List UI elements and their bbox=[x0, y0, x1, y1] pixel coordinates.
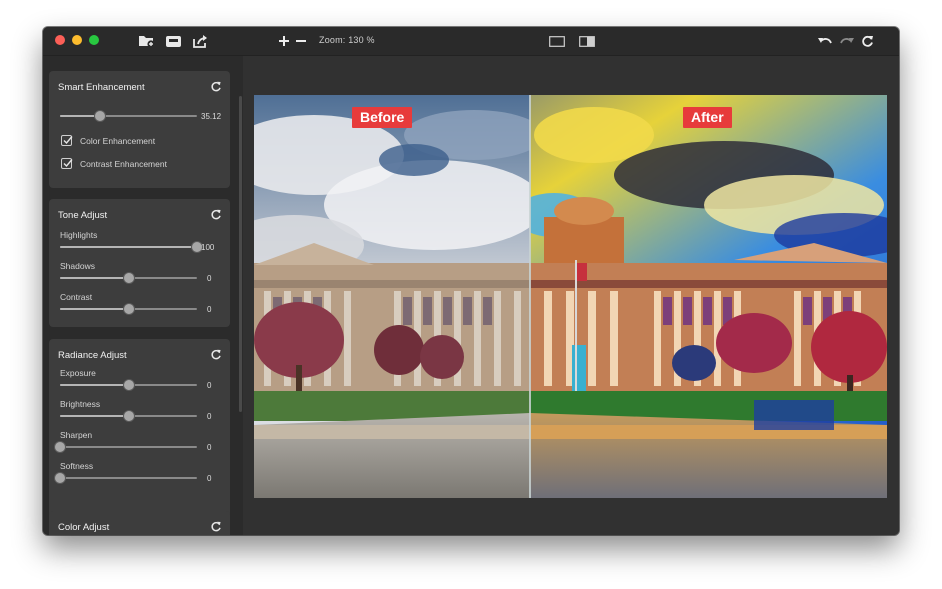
zoom-level-label: Zoom: 130 % bbox=[319, 35, 375, 45]
slider-fill bbox=[60, 277, 129, 279]
split-view-icon[interactable] bbox=[576, 31, 598, 51]
shadows-label: Shadows bbox=[60, 261, 95, 271]
before-after-preview[interactable]: Before After bbox=[254, 95, 887, 498]
color-enhancement-checkbox[interactable] bbox=[61, 135, 73, 146]
smart-enhancement-title: Smart Enhancement bbox=[58, 82, 145, 93]
checkmark-icon bbox=[63, 136, 73, 145]
highlights-slider[interactable] bbox=[60, 241, 202, 253]
contrast-value: 0 bbox=[207, 305, 212, 314]
contrast-enhancement-checkbox[interactable] bbox=[61, 158, 73, 169]
smart-enhancement-panel: Smart Enhancement 35.12 Color Enhancemen… bbox=[49, 71, 230, 188]
smart-enhancement-slider[interactable] bbox=[60, 110, 197, 122]
radiance-adjust-title: Radiance Adjust bbox=[58, 350, 127, 361]
checkmark-icon bbox=[63, 159, 73, 168]
slider-fill bbox=[60, 415, 129, 417]
sharpen-value: 0 bbox=[207, 443, 212, 452]
adjustments-sidebar: Smart Enhancement 35.12 Color Enhancemen… bbox=[43, 56, 243, 535]
preview-canvas: Before After bbox=[243, 56, 899, 535]
building-photo bbox=[254, 95, 887, 498]
slider-knob[interactable] bbox=[123, 380, 134, 390]
window-close-button[interactable] bbox=[55, 35, 65, 45]
color-enhancement-label[interactable]: Color Enhancement bbox=[80, 136, 155, 146]
softness-value: 0 bbox=[207, 474, 212, 483]
app-window: Zoom: 130 % Smart Enhancement 35.12 Colo… bbox=[43, 27, 899, 535]
refresh-icon[interactable] bbox=[856, 31, 878, 51]
slider-knob[interactable] bbox=[94, 111, 105, 121]
reset-icon[interactable] bbox=[210, 209, 222, 221]
color-adjust-title: Color Adjust bbox=[58, 522, 110, 533]
before-label: Before bbox=[352, 107, 413, 128]
highlights-label: Highlights bbox=[60, 230, 98, 240]
zoom-out-icon[interactable] bbox=[290, 31, 312, 51]
slider-knob[interactable] bbox=[123, 411, 134, 421]
smart-enhancement-value: 35.12 bbox=[201, 112, 222, 121]
brightness-slider[interactable] bbox=[60, 410, 197, 422]
shadows-slider[interactable] bbox=[60, 272, 197, 284]
exposure-value: 0 bbox=[207, 381, 212, 390]
slider-fill bbox=[60, 308, 129, 310]
reset-icon[interactable] bbox=[210, 349, 222, 361]
slider-fill bbox=[60, 115, 100, 117]
window-maximize-button[interactable] bbox=[89, 35, 99, 45]
softness-label: Softness bbox=[60, 461, 94, 471]
share-icon[interactable] bbox=[189, 31, 211, 51]
exposure-slider[interactable] bbox=[60, 379, 197, 391]
compare-divider-handle[interactable] bbox=[529, 95, 531, 498]
color-adjust-panel: Color Adjust bbox=[49, 511, 230, 535]
contrast-label: Contrast bbox=[60, 292, 93, 302]
slider-track bbox=[60, 477, 197, 479]
reset-icon[interactable] bbox=[210, 521, 222, 533]
sharpen-slider[interactable] bbox=[55, 441, 197, 453]
slider-knob[interactable] bbox=[55, 442, 65, 452]
sharpen-label: Sharpen bbox=[60, 430, 93, 440]
import-icon[interactable] bbox=[162, 31, 184, 51]
brightness-value: 0 bbox=[207, 412, 212, 421]
tone-adjust-panel: Tone Adjust Highlights 100 Shadows 0 Con… bbox=[49, 199, 230, 327]
contrast-slider[interactable] bbox=[60, 303, 197, 315]
contrast-enhancement-label[interactable]: Contrast Enhancement bbox=[80, 159, 167, 169]
tone-adjust-title: Tone Adjust bbox=[58, 210, 108, 221]
after-label: After bbox=[683, 107, 732, 128]
redo-icon[interactable] bbox=[836, 31, 858, 51]
highlights-value: 100 bbox=[201, 243, 215, 252]
slider-knob[interactable] bbox=[55, 473, 65, 483]
exposure-label: Exposure bbox=[60, 368, 96, 378]
slider-fill bbox=[60, 246, 197, 248]
single-view-icon[interactable] bbox=[546, 31, 568, 51]
toolbar: Zoom: 130 % bbox=[43, 27, 899, 56]
window-minimize-button[interactable] bbox=[72, 35, 82, 45]
reset-icon[interactable] bbox=[210, 81, 222, 93]
undo-icon[interactable] bbox=[813, 31, 835, 51]
add-folder-icon[interactable] bbox=[136, 31, 158, 51]
slider-fill bbox=[60, 384, 129, 386]
brightness-label: Brightness bbox=[60, 399, 101, 409]
sidebar-scrollbar[interactable] bbox=[239, 96, 242, 412]
softness-slider[interactable] bbox=[55, 472, 197, 484]
slider-knob[interactable] bbox=[123, 304, 134, 314]
slider-track bbox=[60, 446, 197, 448]
slider-knob[interactable] bbox=[123, 273, 134, 283]
radiance-adjust-panel: Radiance Adjust Exposure 0 Brightness 0 … bbox=[49, 339, 230, 527]
shadows-value: 0 bbox=[207, 274, 212, 283]
